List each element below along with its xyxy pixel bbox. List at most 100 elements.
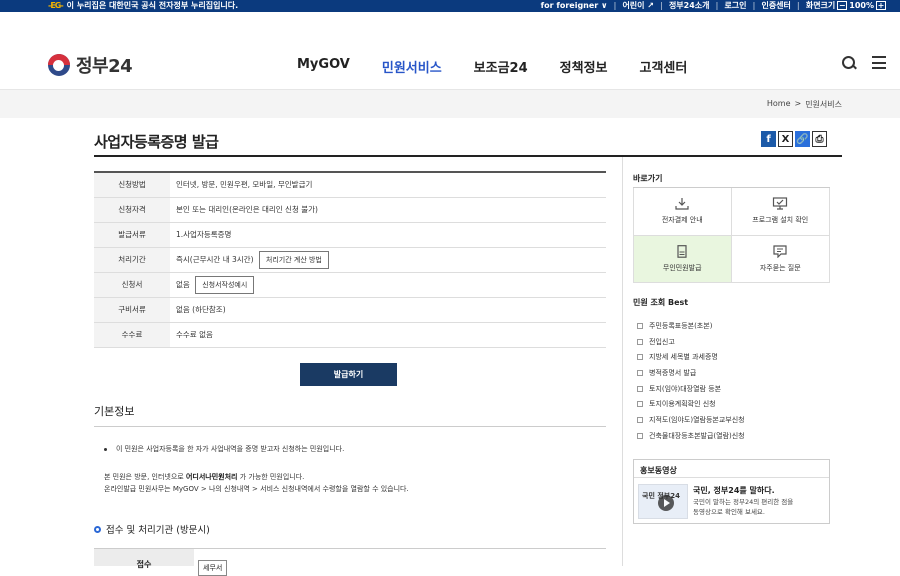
nav-mygov[interactable]: MyGOV: [297, 57, 350, 76]
list-item[interactable]: 지적도(임야도)열람등본교부신청: [633, 412, 830, 428]
search-icon[interactable]: [842, 56, 856, 70]
info-value: 1.사업자등록증명: [170, 222, 606, 248]
logo-text: 정부24: [76, 56, 133, 77]
title-divider: [94, 155, 842, 157]
best-title: 민원 조회 Best: [633, 298, 689, 307]
list-bullet-icon: [637, 369, 643, 376]
best-list: 주민등록표등본(초본) 전입신고 지방세 세목별 과세증명 병적증명서 발급 토…: [633, 318, 830, 444]
info-value: 수수료 없음: [170, 322, 606, 348]
nav-subsidy[interactable]: 보조금24: [474, 57, 528, 76]
breadcrumb-home[interactable]: Home: [767, 99, 791, 110]
list-item[interactable]: 건축물대장등초본발급(열람)신청: [633, 428, 830, 444]
table-row: 발급서류 1.사업자등록증명: [94, 222, 606, 248]
gov-topbar: -EG- 이 누리집은 대한민국 공식 전자정부 누리집입니다. for for…: [0, 0, 900, 12]
foreigner-link[interactable]: for foreigner ∨: [541, 0, 608, 11]
gov-mark-icon: -EG-: [48, 1, 64, 10]
list-bullet-icon: [637, 401, 643, 408]
promo-headline[interactable]: 국민, 정부24를 말하다.: [693, 485, 775, 496]
list-item[interactable]: 병적증명서 발급: [633, 365, 830, 381]
quick-link-label: 전자결제 안내: [661, 216, 703, 225]
service-info-table: 신청방법 인터넷, 방문, 민원우편, 모바일, 무인발급기 신청자격 본인 또…: [94, 171, 606, 348]
print-icon[interactable]: ⎙: [812, 131, 827, 147]
form-example-button[interactable]: 신청서작성예시: [195, 275, 255, 294]
promo-video-box: 홍보동영상 국민 정부24 국민, 정부24를 말하다. 국민이 말하는 정부2…: [633, 459, 830, 524]
accept-value: 세무서: [194, 549, 228, 576]
info-value-cell: 없음 신청서작성예시: [170, 272, 606, 298]
info-key: 신청자격: [94, 197, 170, 223]
list-item[interactable]: 주민등록표등본(초본): [633, 318, 830, 334]
table-row: 처리기간 즉시(근무시간 내 3시간) 처리기간 계산 방법: [94, 247, 606, 273]
info-value: 본인 또는 대리인(온라인은 대리인 신청 불가): [170, 197, 606, 223]
gov-notice-text: 이 누리집은 대한민국 공식 전자정부 누리집입니다.: [66, 1, 239, 10]
accept-title-text: 접수 및 처리기관 (방문시): [106, 525, 210, 536]
download-icon: [675, 198, 689, 210]
list-bullet-icon: [637, 385, 643, 392]
nav-civil-service[interactable]: 민원서비스: [382, 57, 442, 76]
accept-section-title: 접수 및 처리기관 (방문시): [94, 522, 210, 536]
list-item[interactable]: 토지(임야)대장열람 등본: [633, 381, 830, 397]
circle-bullet-icon: [94, 525, 101, 533]
quick-link-program-check[interactable]: 프로그램 설치 확인: [731, 188, 830, 236]
promo-title: 홍보동영상: [634, 460, 829, 478]
site-header: 정부24 MyGOV 민원서비스 보조금24 정책정보 고객센터: [0, 12, 900, 90]
zoom-in-button[interactable]: +: [876, 1, 886, 10]
basic-info-description: 이 민원은 사업자등록을 한 자가 사업내역을 증명 받고자 신청하는 민원입니…: [104, 444, 344, 454]
sidebar-divider: [622, 157, 623, 566]
section-divider: [94, 426, 606, 427]
quick-links: 전자결제 안내 프로그램 설치 확인 무인민원발급 자주묻는 질문: [633, 187, 830, 283]
note-line: 온라인발급 민원사무는 MyGOV > 나의 신청내역 > 서비스 신청내역에서…: [104, 485, 409, 493]
quick-link-faq[interactable]: 자주묻는 질문: [731, 235, 830, 283]
zoom-value: 100%: [849, 1, 874, 10]
issue-button[interactable]: 발급하기: [300, 363, 397, 386]
header-icons: [842, 56, 886, 70]
accept-table: 접수 세무서: [94, 548, 606, 576]
basic-info-notes: 본 민원은 방문, 인터넷으로 어디서나민원처리 가 가능한 민원입니다. 온라…: [104, 471, 409, 495]
play-icon[interactable]: [658, 495, 674, 511]
zoom-label: 화면크기: [805, 1, 836, 10]
breadcrumb: Home > 민원서비스: [767, 99, 842, 110]
list-bullet-icon: [637, 322, 643, 329]
about-link[interactable]: 정부24소개: [669, 0, 710, 11]
facebook-share-icon[interactable]: f: [761, 131, 776, 147]
info-value: 없음: [176, 279, 190, 289]
info-key: 신청서: [94, 272, 170, 298]
list-item[interactable]: 토지이용계획확인 신청: [633, 396, 830, 412]
table-row: 신청서 없음 신청서작성예시: [94, 272, 606, 298]
list-item[interactable]: 지방세 세목별 과세증명: [633, 349, 830, 365]
kids-link[interactable]: 어린이 ↗: [622, 0, 654, 11]
nav-policy[interactable]: 정책정보: [560, 57, 608, 76]
basic-info-title: 기본정보: [94, 405, 135, 418]
breadcrumb-current[interactable]: 민원서비스: [805, 99, 842, 110]
processing-time-calc-button[interactable]: 처리기간 계산 방법: [258, 250, 329, 269]
quick-link-payment[interactable]: 전자결제 안내: [633, 188, 732, 236]
nav-customer-center[interactable]: 고객센터: [640, 57, 688, 76]
info-key: 수수료: [94, 322, 170, 348]
promo-thumbnail[interactable]: 국민 정부24: [638, 484, 688, 519]
utility-links: for foreigner ∨ | 어린이 ↗ | 정부24소개 | 로그인 | 인증센…: [540, 0, 886, 11]
breadcrumb-separator: >: [794, 99, 802, 108]
table-row: 구비서류 없음 (하단참조): [94, 297, 606, 323]
info-key: 처리기간: [94, 247, 170, 273]
gov-notice: -EG- 이 누리집은 대한민국 공식 전자정부 누리집입니다.: [48, 0, 238, 11]
quick-link-label: 프로그램 설치 확인: [752, 216, 809, 225]
quick-link-label: 자주묻는 질문: [759, 263, 801, 272]
login-link[interactable]: 로그인: [724, 0, 746, 11]
site-logo[interactable]: 정부24: [48, 52, 133, 78]
table-row: 신청방법 인터넷, 방문, 민원우편, 모바일, 무인발급기: [94, 172, 606, 198]
monitor-icon: [773, 197, 788, 210]
cert-link[interactable]: 인증센터: [761, 0, 790, 11]
table-row: 수수료 수수료 없음: [94, 322, 606, 348]
menu-icon[interactable]: [872, 56, 886, 69]
zoom-out-button[interactable]: −: [837, 1, 848, 10]
table-row: 신청자격 본인 또는 대리인(온라인은 대리인 신청 불가): [94, 197, 606, 223]
list-item[interactable]: 전입신고: [633, 334, 830, 350]
link-copy-icon[interactable]: 🔗: [795, 131, 810, 147]
quick-link-kiosk[interactable]: 무인민원발급: [633, 235, 732, 283]
info-value: 인터넷, 방문, 민원우편, 모바일, 무인발급기: [170, 172, 606, 198]
chat-icon: [773, 245, 787, 258]
main-nav: MyGOV 민원서비스 보조금24 정책정보 고객센터: [297, 57, 719, 76]
tax-office-button[interactable]: 세무서: [198, 560, 228, 576]
taegeuk-logo-icon: [48, 54, 70, 76]
x-share-icon[interactable]: X: [778, 131, 793, 147]
share-buttons: f X 🔗 ⎙: [761, 131, 827, 147]
